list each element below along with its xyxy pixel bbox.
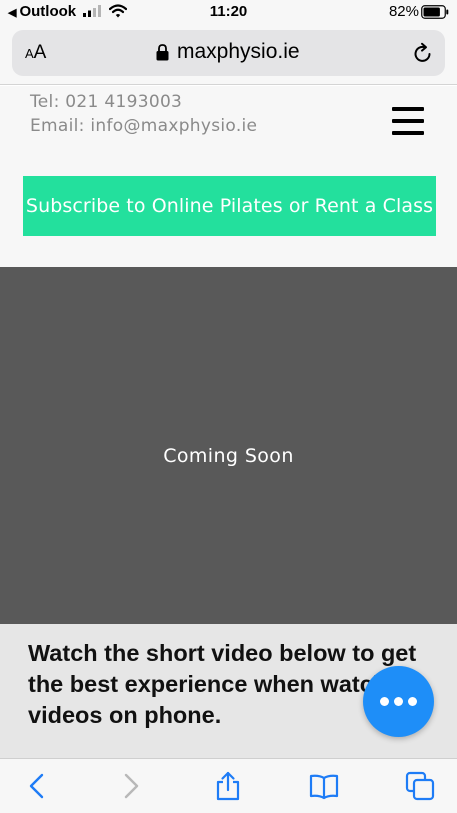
text-size-large-letter: A [33, 42, 47, 63]
coming-soon-label: Coming Soon [163, 445, 294, 467]
reload-icon[interactable] [412, 42, 434, 64]
more-dots-icon [394, 697, 403, 706]
tabs-icon[interactable] [405, 771, 435, 801]
hamburger-menu-icon[interactable] [392, 107, 424, 135]
more-dots-icon [380, 697, 389, 706]
video-player[interactable]: Coming Soon [0, 267, 457, 624]
site-header: Tel: 021 4193003 Email: info@maxphysio.i… [0, 86, 457, 267]
battery-icon [421, 5, 449, 19]
address-bar[interactable]: AA maxphysio.ie [12, 30, 445, 76]
share-icon[interactable] [213, 771, 243, 801]
browser-address-area: AA maxphysio.ie [0, 26, 457, 85]
email-address[interactable]: Email: info@maxphysio.ie [30, 116, 257, 136]
browser-toolbar [0, 758, 457, 813]
url-domain[interactable]: maxphysio.ie [177, 40, 300, 64]
back-icon[interactable] [22, 771, 52, 801]
phone-number[interactable]: Tel: 021 4193003 [30, 92, 182, 112]
text-size-small-letter: A [25, 46, 34, 61]
subscribe-button[interactable]: Subscribe to Online Pilates or Rent a Cl… [23, 176, 436, 236]
bookmarks-icon[interactable] [309, 771, 339, 801]
more-dots-icon [408, 697, 417, 706]
lock-icon [156, 44, 169, 61]
chat-more-button[interactable] [363, 666, 434, 737]
status-bar: ◀ Outlook 11:20 82% [0, 0, 457, 26]
forward-icon[interactable] [116, 771, 146, 801]
battery-percentage: 82% [388, 3, 419, 20]
text-size-button[interactable]: AA [25, 42, 46, 64]
